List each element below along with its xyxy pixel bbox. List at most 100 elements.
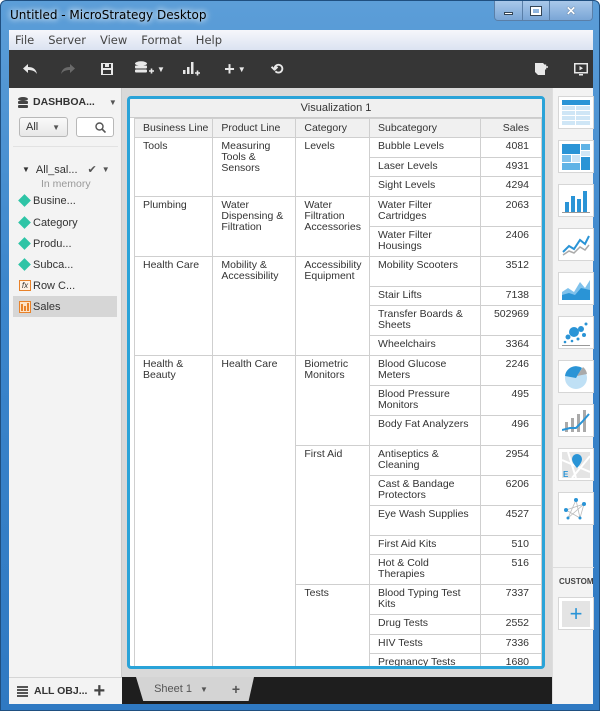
sales-cell[interactable]: 4081 [480,137,542,158]
column-header[interactable]: Sales [480,118,542,138]
dashboard-datasets-header[interactable]: DASHBOA... ▼ [18,96,117,108]
sales-cell[interactable]: 2552 [480,614,542,635]
category-cell[interactable]: Biometric Monitors [295,354,371,446]
gallery-combo-chart[interactable] [558,404,594,437]
subcategory-cell[interactable]: Laser Levels [369,156,482,177]
visualization-container[interactable]: Visualization 1 Business Line Product Li… [127,96,545,669]
subcategory-cell[interactable]: HIV Tests [369,633,482,654]
object-item-sales[interactable]: Sales [13,296,117,317]
category-cell[interactable]: Tests [295,584,371,666]
sales-cell[interactable]: 7337 [480,584,542,615]
subcategory-cell[interactable]: Wheelchairs [369,335,482,356]
column-header[interactable]: Category [295,118,371,138]
object-item-category[interactable]: Category [13,212,117,233]
object-filter-select[interactable]: All ▼ [19,117,68,137]
gallery-grid[interactable] [558,96,594,129]
gallery-map[interactable]: E [558,448,594,481]
sales-cell[interactable]: 7138 [480,285,542,306]
menu-file[interactable]: File [15,33,34,47]
sales-cell[interactable]: 516 [480,554,542,585]
subcategory-cell[interactable]: Pregnancy Tests [369,653,482,666]
gallery-bar-chart[interactable] [558,184,594,217]
category-cell[interactable]: First Aid [295,444,371,585]
object-item-subcategory[interactable]: Subca... [13,254,117,275]
product-cell[interactable]: Measuring Tools & Sensors [212,137,297,197]
subcategory-cell[interactable]: Cast & Bandage Protectors [369,474,482,506]
object-item-row-count[interactable]: fx Row C... [13,275,117,296]
add-visualization-button[interactable] [181,50,203,88]
column-header[interactable]: Product Line [212,118,297,138]
collapse-triangle-icon[interactable]: ▼ [22,165,30,174]
gallery-heat-map[interactable] [558,140,594,173]
sales-cell[interactable]: 2954 [480,444,542,476]
business-cell[interactable]: Health & Beauty [133,354,214,666]
subcategory-cell[interactable]: Body Fat Analyzers [369,414,482,446]
sales-cell[interactable]: 496 [480,414,542,446]
chevron-down-icon[interactable]: ▼ [200,685,208,694]
product-cell[interactable]: Water Dispensing & Filtration [212,195,297,257]
gallery-network[interactable] [558,492,594,525]
sales-cell[interactable]: 2063 [480,195,542,227]
sales-cell[interactable]: 3364 [480,335,542,356]
sales-cell[interactable]: 495 [480,384,542,416]
redo-button[interactable] [57,50,79,88]
subcategory-cell[interactable]: Water Filter Cartridges [369,195,482,227]
presentation-button[interactable] [571,50,591,88]
save-button[interactable] [97,50,117,88]
subcategory-cell[interactable]: Blood Glucose Meters [369,354,482,386]
business-cell[interactable]: Tools [133,137,214,197]
add-data-button[interactable]: ▼ [133,50,167,88]
dataset-item[interactable]: ▼ All_sal... ✔ ▼ [22,163,117,177]
menu-help[interactable]: Help [196,33,222,47]
category-cell[interactable]: Levels [295,137,371,197]
subcategory-cell[interactable]: Stair Lifts [369,285,482,306]
column-header[interactable]: Subcategory [369,118,482,138]
sales-cell[interactable]: 2406 [480,225,542,257]
menu-view[interactable]: View [100,33,127,47]
add-sheet-button[interactable]: + [218,677,254,701]
object-search-input[interactable] [76,117,114,137]
category-cell[interactable]: Water Filtration Accessories [295,195,371,257]
export-button[interactable] [531,50,553,88]
menu-server[interactable]: Server [48,33,86,47]
sales-cell[interactable]: 2246 [480,354,542,386]
sales-cell[interactable]: 7336 [480,633,542,654]
column-header[interactable]: Business Line [133,118,214,138]
gallery-pie-chart[interactable] [558,360,594,393]
subcategory-cell[interactable]: Drug Tests [369,614,482,635]
category-cell[interactable]: Accessibility Equipment [295,255,371,356]
sales-cell[interactable]: 510 [480,534,542,555]
business-cell[interactable]: Health Care [133,255,214,356]
sales-cell[interactable]: 4931 [480,156,542,177]
visualization-title[interactable]: Visualization 1 [130,99,542,118]
refresh-button[interactable]: ⟲ [267,50,287,88]
subcategory-cell[interactable]: First Aid Kits [369,534,482,555]
subcategory-cell[interactable]: Eye Wash Supplies [369,504,482,536]
product-cell[interactable]: Health Care [212,354,297,666]
subcategory-cell[interactable]: Transfer Boards & Sheets [369,305,482,336]
sales-cell[interactable]: 502969 [480,305,542,336]
business-cell[interactable]: Plumbing [133,195,214,257]
object-item-business-line[interactable]: Busine... [13,190,117,211]
maximize-button[interactable] [522,1,549,20]
undo-button[interactable] [19,50,41,88]
subcategory-cell[interactable]: Bubble Levels [369,137,482,158]
gallery-line-chart[interactable] [558,228,594,261]
gallery-bubble-chart[interactable] [558,316,594,349]
gallery-area-chart[interactable] [558,272,594,305]
sales-cell[interactable]: 4527 [480,504,542,536]
menu-format[interactable]: Format [141,33,182,47]
subcategory-cell[interactable]: Sight Levels [369,176,482,197]
add-custom-visualization-button[interactable]: + [558,597,594,630]
object-item-product-line[interactable]: Produ... [13,233,117,254]
all-objects-label[interactable]: ALL OBJ... [34,685,87,697]
subcategory-cell[interactable]: Mobility Scooters [369,255,482,287]
sales-cell[interactable]: 4294 [480,176,542,197]
sales-cell[interactable]: 1680 [480,653,542,666]
subcategory-cell[interactable]: Blood Pressure Monitors [369,384,482,416]
sales-cell[interactable]: 3512 [480,255,542,287]
subcategory-cell[interactable]: Blood Typing Test Kits [369,584,482,615]
tab-sheet-1[interactable]: Sheet 1 ▼ [136,677,226,701]
add-dataset-button[interactable]: + [93,681,105,701]
sales-cell[interactable]: 6206 [480,474,542,506]
